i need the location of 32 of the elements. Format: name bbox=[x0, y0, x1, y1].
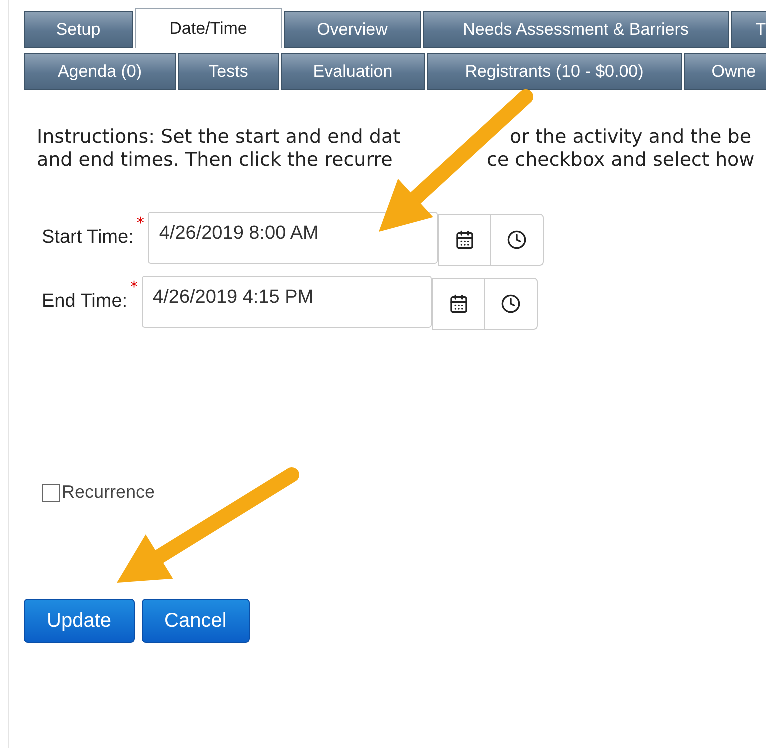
required-mark: * bbox=[136, 214, 144, 232]
tab[interactable]: Tests bbox=[178, 53, 279, 90]
clock-icon bbox=[501, 294, 522, 314]
cancel-button[interactable]: Cancel bbox=[142, 599, 250, 643]
calendar-button[interactable] bbox=[438, 214, 492, 266]
tab[interactable]: Owne bbox=[684, 53, 766, 90]
clock-button[interactable] bbox=[491, 214, 544, 266]
checkbox-label: Recurrence bbox=[62, 482, 156, 503]
tab[interactable]: Agenda (0) bbox=[24, 53, 176, 90]
date-time-field[interactable]: 4/26/2019 8:00 AM bbox=[148, 212, 438, 264]
tab[interactable]: Overview bbox=[284, 11, 421, 48]
tab[interactable]: Registrants (10 - $0.00) bbox=[427, 53, 682, 90]
instructions-text: ce checkbox and select how bbox=[487, 149, 755, 172]
tab[interactable]: Setup bbox=[24, 11, 133, 48]
required-mark: * bbox=[130, 278, 138, 296]
calendar-icon bbox=[448, 294, 469, 314]
instructions-text: Instructions: Set the start and end dat bbox=[37, 126, 401, 148]
calendar-button[interactable] bbox=[432, 278, 486, 330]
tab[interactable]: Evaluation bbox=[281, 53, 425, 90]
tab[interactable]: T bbox=[731, 11, 766, 48]
tab[interactable]: Needs Assessment & Barriers bbox=[423, 11, 729, 48]
update-button[interactable]: Update bbox=[24, 599, 134, 643]
instructions-text: and end times. Then click the recurre bbox=[37, 149, 393, 171]
checkbox[interactable] bbox=[42, 484, 60, 502]
field-label: Start Time: bbox=[42, 227, 134, 249]
clock-button[interactable] bbox=[485, 278, 538, 330]
instructions-text: or the activity and the be bbox=[510, 126, 752, 149]
clock-icon bbox=[507, 230, 528, 250]
date-time-field[interactable]: 4/26/2019 4:15 PM bbox=[142, 276, 432, 328]
field-label: End Time: bbox=[42, 291, 128, 313]
tab[interactable]: Date/Time bbox=[135, 8, 282, 48]
calendar-icon bbox=[454, 230, 475, 250]
